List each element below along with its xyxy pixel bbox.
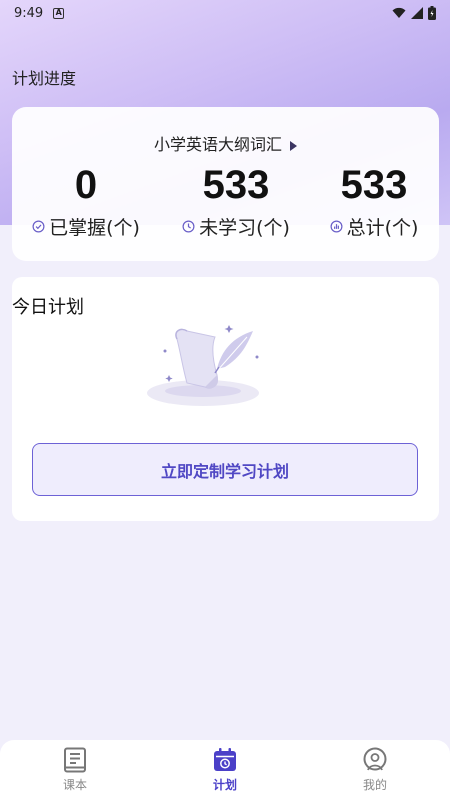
wifi-icon [392, 7, 406, 18]
progress-card: 小学英语大纲词汇 0 已掌握(个) 533 未学习(个) 533 总计(个) [12, 107, 439, 261]
stat-mastered: 0 已掌握(个) [16, 159, 156, 240]
stat-unlearned: 533 未学习(个) [176, 159, 296, 240]
status-time: 9:49 [14, 5, 44, 21]
page-title: 计划进度 [12, 69, 77, 88]
stat-unlearned-label: 未学习(个) [199, 217, 290, 239]
stat-total: 533 总计(个) [322, 159, 426, 240]
stat-mastered-label: 已掌握(个) [49, 217, 140, 239]
tab-textbook-label: 课本 [62, 778, 87, 792]
stat-mastered-value: 0 [74, 163, 98, 207]
book-name: 小学英语大纲词汇 [153, 135, 282, 154]
stat-total-value: 533 [340, 163, 408, 207]
book-icon [64, 747, 86, 773]
tab-plan[interactable]: 计划 [150, 740, 300, 800]
chart-icon [330, 220, 343, 233]
today-plan-card: 今日计划 立即定制学习计划 [12, 277, 439, 521]
play-arrow-icon [290, 140, 297, 151]
profile-icon [363, 747, 387, 771]
book-selector[interactable]: 小学英语大纲词汇 [12, 131, 439, 155]
empty-plan-illustration [147, 325, 259, 406]
battery-icon [428, 6, 436, 20]
today-plan-title: 今日计划 [12, 297, 84, 318]
check-circle-icon [32, 220, 45, 233]
signal-icon [411, 7, 423, 19]
status-right-icons [392, 6, 436, 20]
status-bar: 9:49 A [0, 0, 450, 26]
bottom-tab-bar: 课本 计划 我的 [0, 740, 450, 800]
stat-unlearned-value: 533 [202, 163, 270, 207]
notification-a-icon: A [53, 7, 65, 19]
create-plan-button[interactable]: 立即定制学习计划 [32, 443, 418, 496]
tab-mine[interactable]: 我的 [300, 740, 450, 800]
calendar-icon [214, 748, 236, 771]
stat-total-label: 总计(个) [346, 217, 419, 239]
tab-plan-label: 计划 [212, 778, 237, 792]
tab-mine-label: 我的 [362, 778, 387, 792]
tab-textbook[interactable]: 课本 [0, 740, 150, 800]
clock-icon [182, 220, 195, 233]
